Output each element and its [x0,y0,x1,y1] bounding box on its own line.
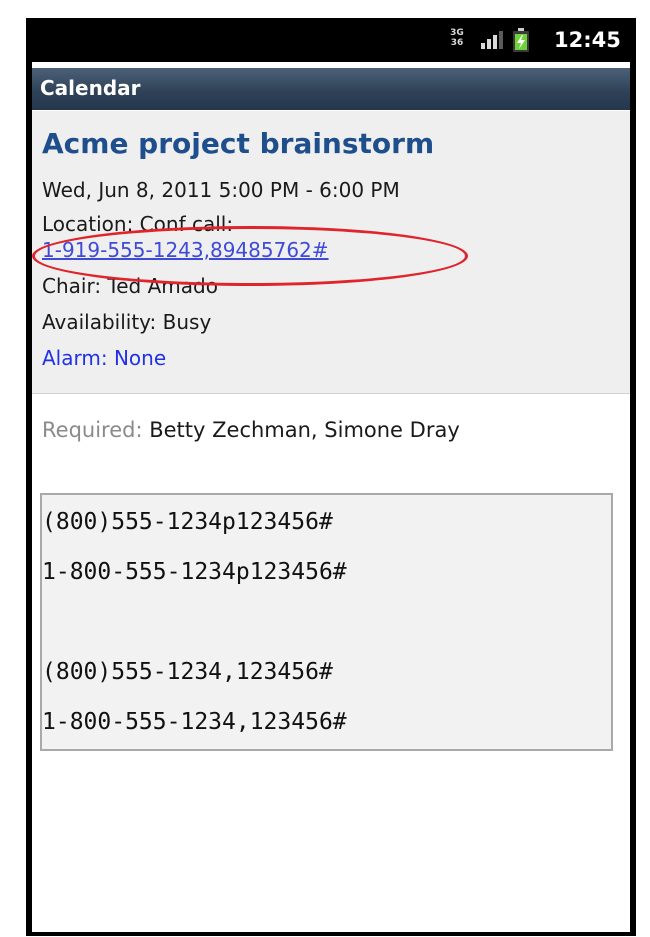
code-line-3: (800)555-1234,123456# [42,659,333,685]
event-title: Acme project brainstorm [42,127,435,160]
attendees: Required: Betty Zechman, Simone Dray [42,416,460,444]
event-datetime: Wed, Jun 8, 2011 5:00 PM - 6:00 PM [42,178,400,202]
screen: 3G 36 12:45 Calendar Acme project brains… [32,18,630,932]
attendees-names: Betty Zechman, Simone Dray [149,418,460,442]
event-availability: Availability: Busy [42,310,212,334]
signal-strength-icon [481,31,503,49]
event-alarm[interactable]: Alarm: None [42,345,166,371]
title-bar: Calendar [32,68,630,110]
app-title: Calendar [40,76,141,100]
highlight-ellipse [32,226,468,286]
network-type-icon: 3G 36 [449,28,465,50]
battery-charging-icon [513,28,529,52]
status-time: 12:45 [554,28,621,52]
event-header: Acme project brainstorm Wed, Jun 8, 2011… [32,111,630,394]
phone-frame: 3G 36 12:45 Calendar Acme project brains… [26,18,636,936]
status-bar: 3G 36 12:45 [32,18,630,62]
network-type-top: 3G [450,28,464,38]
phone-number-examples: (800)555-1234p123456# 1-800-555-1234p123… [40,493,613,751]
code-line-1: (800)555-1234p123456# [42,509,333,535]
network-type-bottom: 36 [450,38,464,48]
code-line-4: 1-800-555-1234,123456# [42,709,347,735]
attendees-label: Required: [42,418,143,442]
code-line-2: 1-800-555-1234p123456# [42,559,347,585]
